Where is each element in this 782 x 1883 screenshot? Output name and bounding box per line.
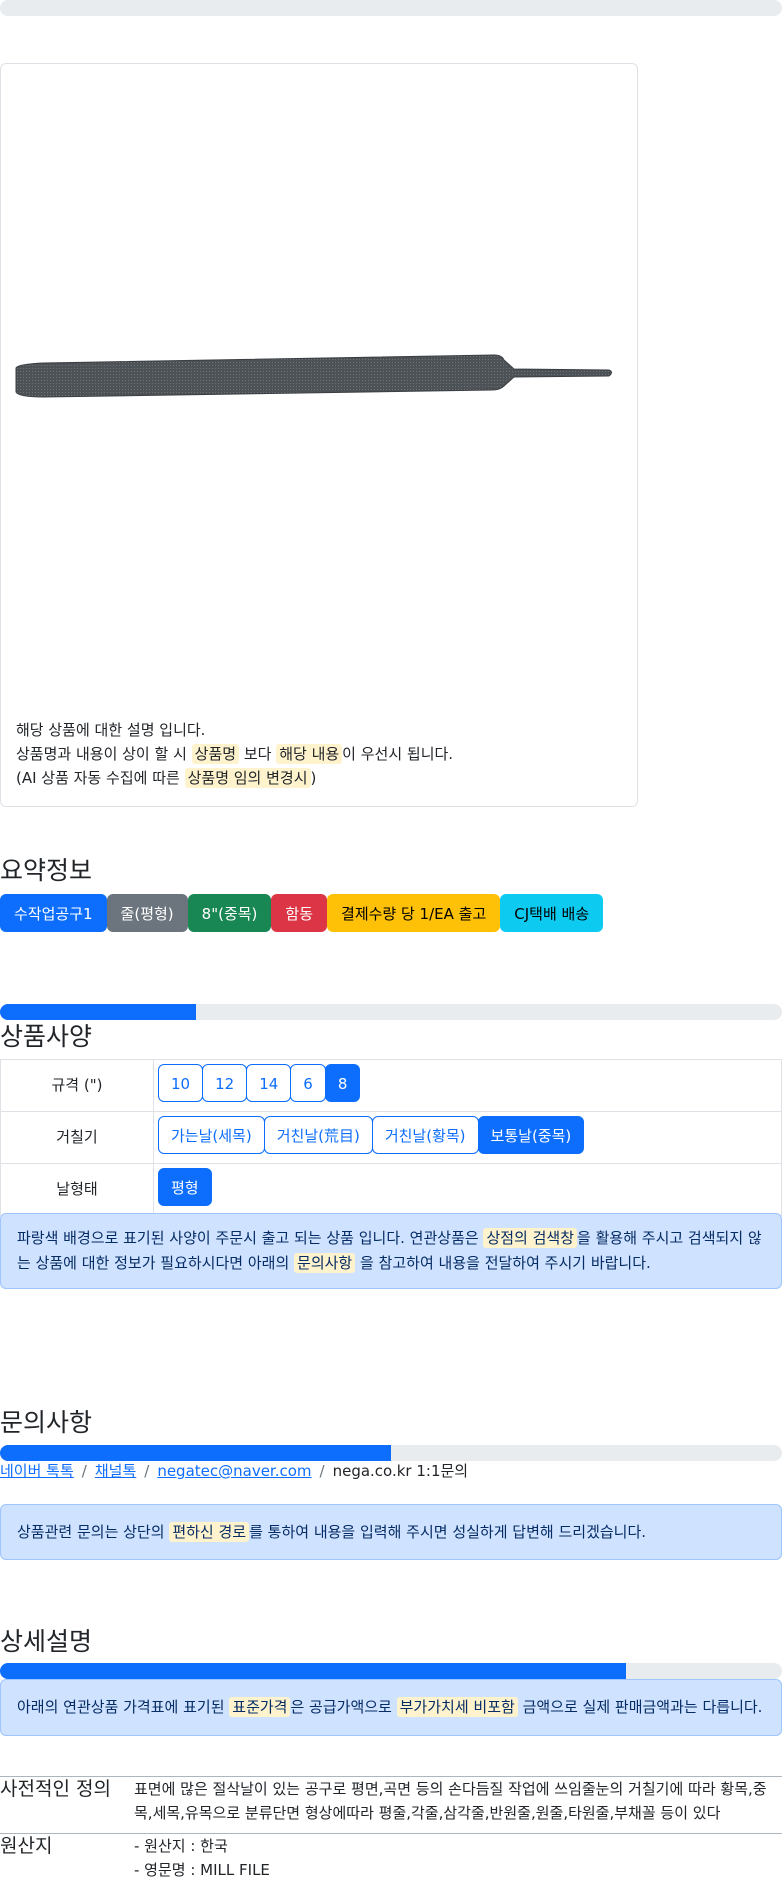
separator: /	[144, 1462, 150, 1480]
spec-row-shape: 날형태 평형	[0, 1163, 782, 1216]
link-naver-talk[interactable]: 네이버 톡톡	[0, 1462, 74, 1480]
detail-value: - 원산지 : 한국 - 영문명 : MILL FILE	[134, 1834, 782, 1882]
text: 을 참고하여 내용을 전달하여 주시기 바랍니다.	[355, 1254, 651, 1272]
text: )	[310, 769, 317, 787]
detail-progress	[0, 1663, 782, 1679]
badge-category: 수작업공구1	[0, 894, 107, 932]
top-progress-bar	[0, 0, 782, 16]
detail-row-definition: 사전적인 정의 표면에 많은 절삭날이 있는 공구로 평면,곡면 등의 손다듬질…	[0, 1776, 782, 1825]
text: 파랑색 배경으로 표기된 사양이 주문시 출고 되는 상품 입니다. 연관상품은	[17, 1229, 484, 1247]
option-6[interactable]: 6	[290, 1064, 326, 1102]
detail-title: 상세설명	[0, 1627, 93, 1656]
inquiry-site-text: nega.co.kr 1:1문의	[332, 1462, 469, 1480]
text: (AI 상품 자동 수집에 따른	[16, 769, 185, 787]
spec-row-size: 규격 (") 10 12 14 6 8	[0, 1059, 782, 1112]
text: 를 통하여 내용을 입력해 주시면 성실하게 답변해 드리겠습니다.	[249, 1523, 647, 1541]
spec-options: 가는날(세목) 거친날(荒目) 거친날(황목) 보통날(중목)	[153, 1111, 782, 1164]
option-10[interactable]: 10	[158, 1064, 204, 1102]
summary-badges: 수작업공구1 줄(평형) 8"(중목) 함동 결제수량 당 1/EA 출고 CJ…	[0, 894, 604, 932]
text: 상품명과 내용이 상이 할 시	[16, 745, 192, 763]
badge-spec: 8"(중목)	[187, 894, 272, 932]
separator: /	[81, 1462, 87, 1480]
highlight-route: 편하신 경로	[169, 1522, 250, 1542]
highlight-vat: 부가가치세 비포함	[396, 1697, 518, 1717]
detail-value: 표면에 많은 절삭날이 있는 공구로 평면,곡면 등의 손다듬질 작업에 쓰임줄…	[134, 1780, 767, 1822]
highlight-standard-price: 표준가격	[229, 1697, 291, 1717]
spec-label: 날형태	[0, 1163, 154, 1216]
option-medium-selected[interactable]: 보통날(중목)	[477, 1116, 585, 1154]
inquiry-links: 네이버 톡톡 / 채널톡 / negatec@naver.com / nega.co.kr …	[0, 1460, 468, 1481]
detail-row-origin: 원산지 - 원산지 : 한국 - 영문명 : MILL FILE	[0, 1833, 782, 1882]
highlight-product-name: 상품명	[191, 744, 240, 764]
product-image-card	[0, 63, 638, 807]
badge-type: 줄(평형)	[106, 894, 188, 932]
highlight-name-change: 상품명 임의 변경시	[184, 768, 311, 788]
origin-line: - 원산지 : 한국	[134, 1837, 228, 1855]
text: 이 우선시 됩니다.	[342, 745, 454, 763]
option-14[interactable]: 14	[246, 1064, 292, 1102]
text: 은 공급가액으로	[290, 1698, 397, 1716]
spec-notice: 파랑색 배경으로 표기된 사양이 주문시 출고 되는 상품 입니다. 연관상품은…	[0, 1213, 782, 1289]
badge-brand: 함동	[271, 894, 328, 932]
option-coarse[interactable]: 거친날(황목)	[371, 1116, 479, 1154]
english-name-line: - 영문명 : MILL FILE	[134, 1861, 270, 1879]
highlight-inquiry: 문의사항	[294, 1253, 356, 1273]
text: 금액으로 실제 판매금액과는 다릅니다.	[517, 1698, 763, 1716]
link-email[interactable]: negatec@naver.com	[157, 1462, 311, 1480]
spec-table: 규격 (") 10 12 14 6 8 거칠기 가는날(세목) 거친날(荒目) 거친날(황목…	[0, 1059, 782, 1216]
option-coarse-hanja[interactable]: 거친날(荒目)	[263, 1116, 373, 1154]
product-image	[15, 354, 612, 398]
option-8-selected[interactable]: 8	[324, 1064, 361, 1102]
highlight-content: 해당 내용	[276, 744, 343, 764]
link-channel-talk[interactable]: 채널톡	[95, 1462, 136, 1480]
text: 보다	[239, 745, 277, 763]
option-12[interactable]: 12	[202, 1064, 248, 1102]
spec-options: 평형	[153, 1163, 782, 1216]
spec-options: 10 12 14 6 8	[153, 1059, 782, 1112]
description-line-3: (AI 상품 자동 수집에 따른 상품명 임의 변경시)	[16, 766, 453, 790]
badge-quantity: 결제수량 당 1/EA 출고	[327, 894, 501, 932]
separator: /	[319, 1462, 325, 1480]
text: 아래의 연관상품 가격표에 표기된	[17, 1698, 230, 1716]
spec-label: 거칠기	[0, 1111, 154, 1164]
badge-shipping: CJ택배 배송	[500, 894, 604, 932]
product-description: 해당 상품에 대한 설명 입니다. 상품명과 내용이 상이 할 시 상품명 보다…	[16, 718, 453, 790]
detail-key: 원산지	[0, 1835, 53, 1857]
spec-label: 규격 (")	[0, 1059, 154, 1112]
text: 상품관련 문의는 상단의	[17, 1523, 170, 1541]
description-line-1: 해당 상품에 대한 설명 입니다.	[16, 721, 206, 739]
inquiry-title: 문의사항	[0, 1408, 93, 1437]
inquiry-progress	[0, 1445, 782, 1461]
inquiry-notice: 상품관련 문의는 상단의 편하신 경로 를 통하여 내용을 입력해 주시면 성실하…	[0, 1504, 782, 1560]
summary-title: 요약정보	[0, 856, 93, 885]
detail-key: 사전적인 정의	[0, 1778, 111, 1800]
option-fine[interactable]: 가는날(세목)	[158, 1116, 265, 1154]
option-flat-selected[interactable]: 평형	[158, 1168, 212, 1206]
spec-row-roughness: 거칠기 가는날(세목) 거친날(荒目) 거친날(황목) 보통날(중목)	[0, 1111, 782, 1164]
detail-notice: 아래의 연관상품 가격표에 표기된 표준가격 은 공급가액으로 부가가치세 비포함…	[0, 1679, 782, 1736]
spec-title: 상품사양	[0, 1022, 93, 1051]
highlight-search: 상점의 검색창	[483, 1228, 578, 1248]
description-line-2: 상품명과 내용이 상이 할 시 상품명 보다 해당 내용 이 우선시 됩니다.	[16, 742, 453, 766]
spec-progress	[0, 1004, 782, 1020]
